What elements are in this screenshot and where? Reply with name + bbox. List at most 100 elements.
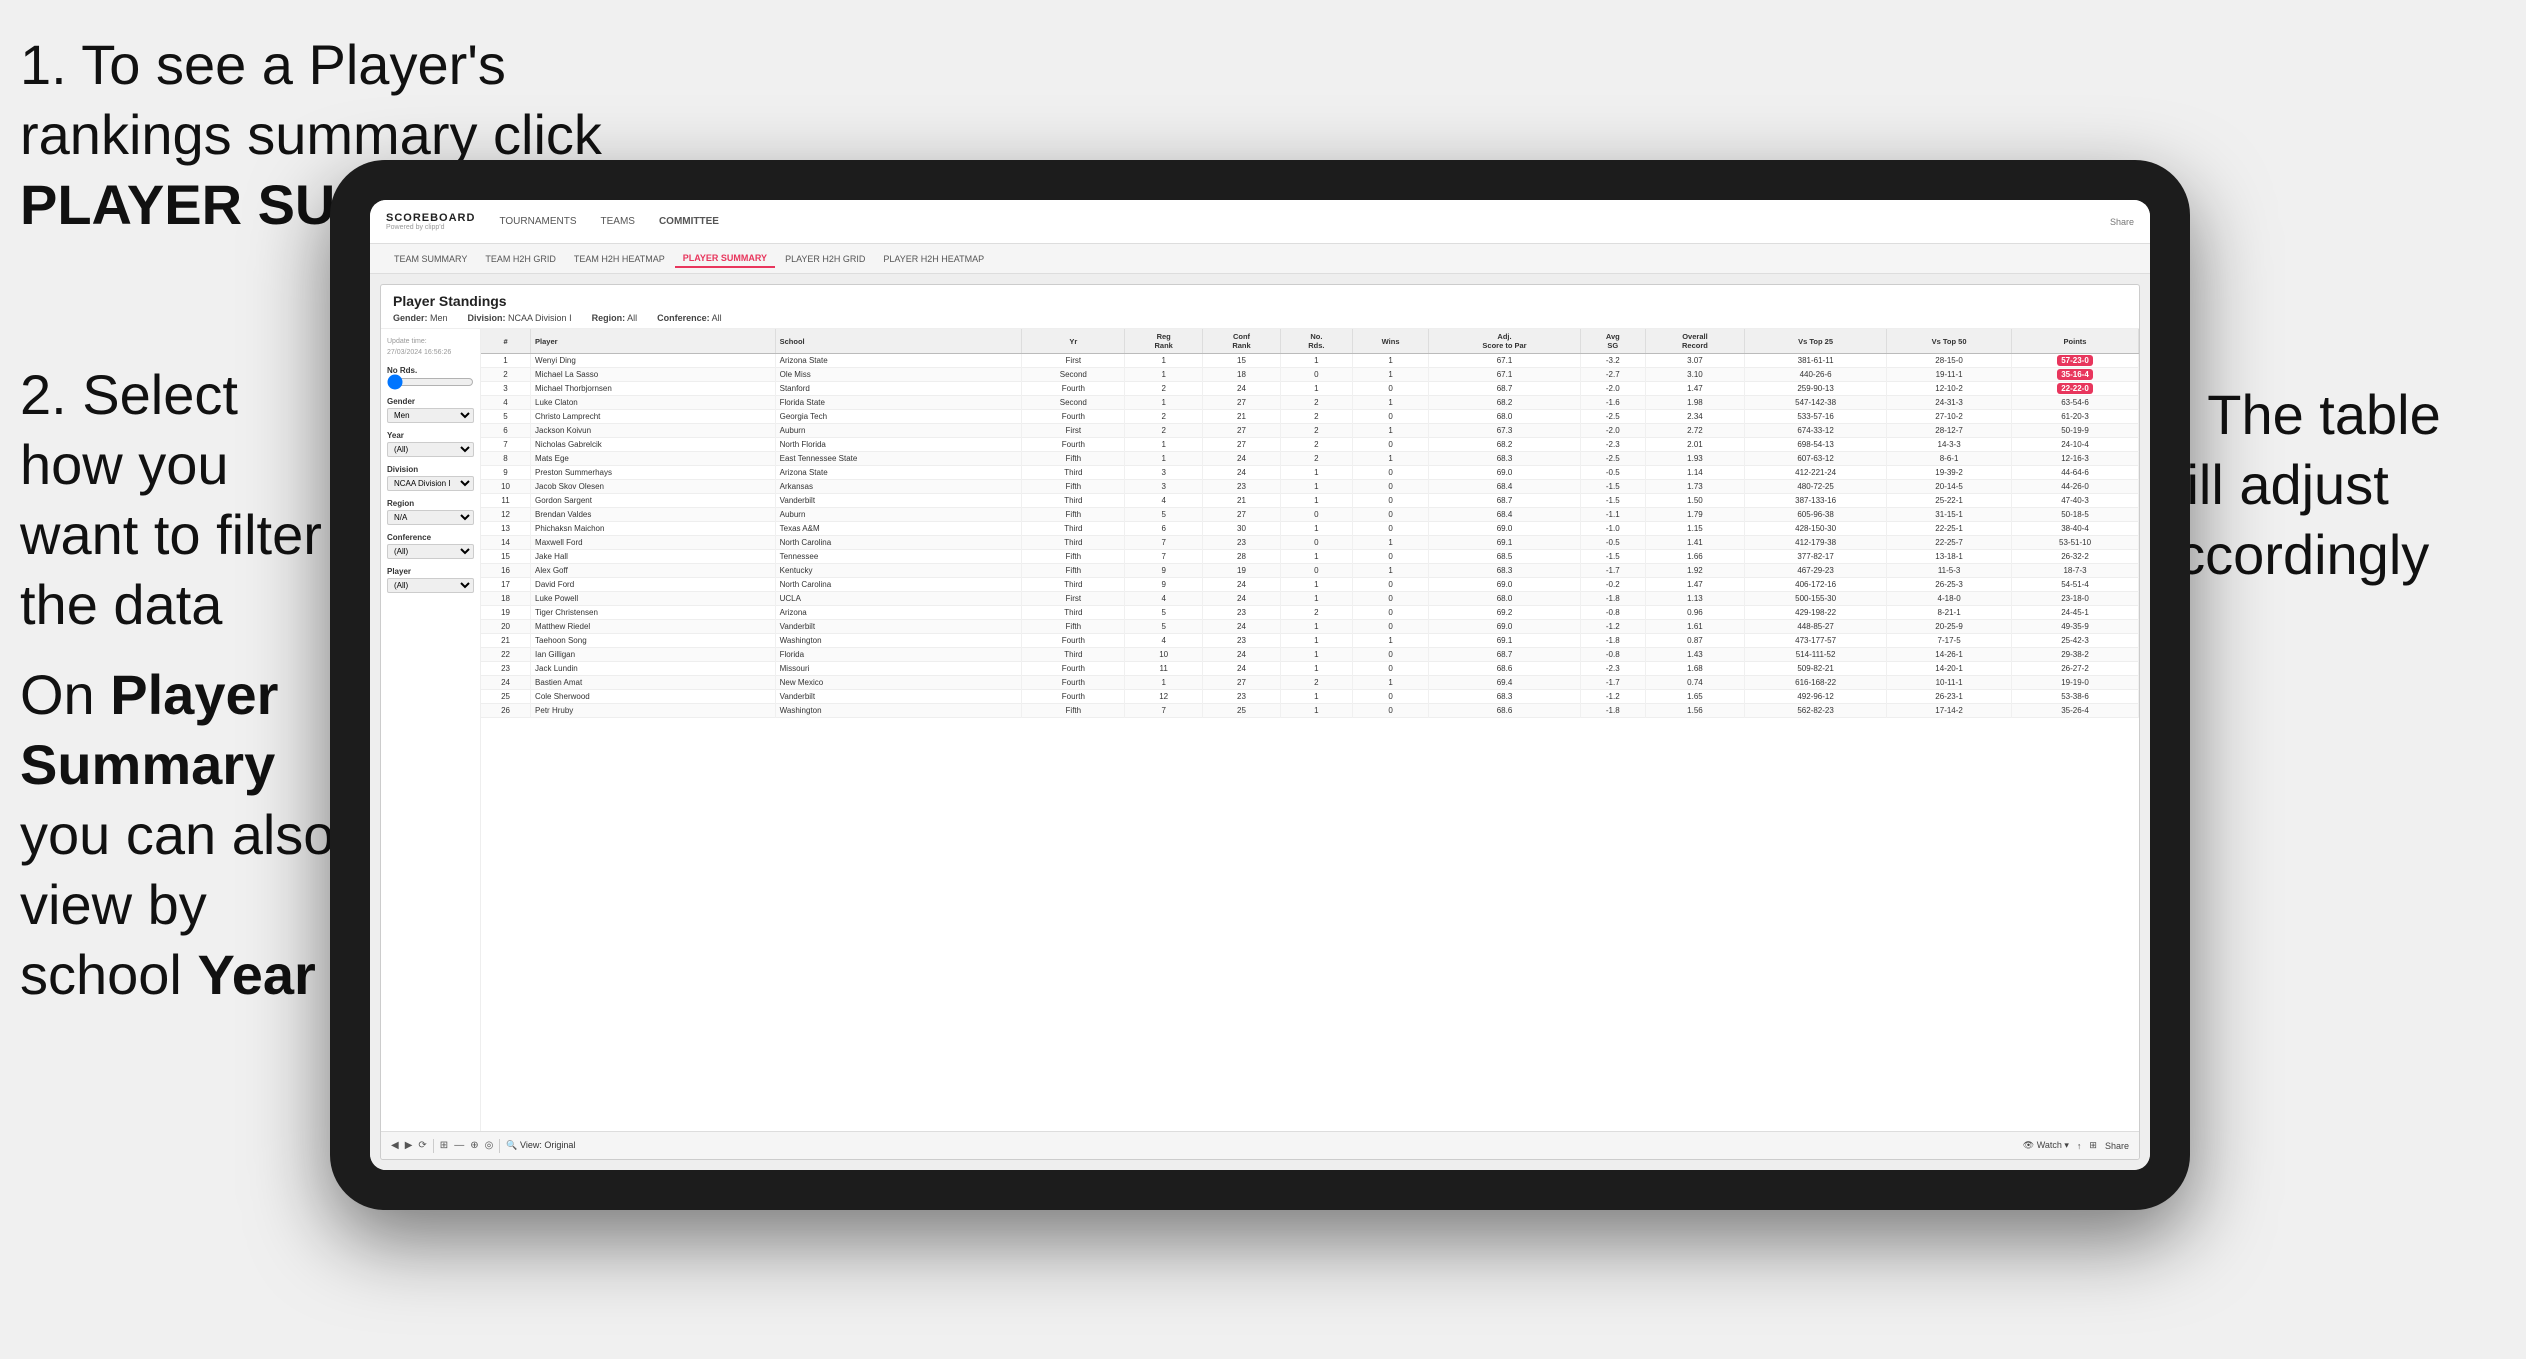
table-cell: Fourth bbox=[1022, 634, 1125, 648]
no-rds-slider[interactable] bbox=[387, 377, 474, 387]
table-cell: 480-72-25 bbox=[1745, 480, 1887, 494]
table-cell: 18 bbox=[1203, 368, 1281, 382]
table-cell: Second bbox=[1022, 396, 1125, 410]
sub-nav-team-h2h-heatmap[interactable]: TEAM H2H HEATMAP bbox=[566, 251, 673, 267]
table-cell: 9 bbox=[481, 466, 531, 480]
gender-label-sidebar: Gender bbox=[387, 397, 474, 406]
toolbar-copy[interactable]: ⊞ bbox=[440, 1140, 448, 1151]
toolbar-forward[interactable]: ▶ bbox=[405, 1140, 413, 1151]
sub-nav-team-h2h-grid[interactable]: TEAM H2H GRID bbox=[477, 251, 564, 267]
table-row: 5Christo LamprechtGeorgia TechFourth2212… bbox=[481, 410, 2139, 424]
watch-btn[interactable]: 👁 Watch ▾ bbox=[2023, 1140, 2069, 1151]
table-cell: 24 bbox=[1203, 592, 1281, 606]
table-row: 7Nicholas GabrelcikNorth FloridaFourth12… bbox=[481, 438, 2139, 452]
sign-out[interactable]: Share bbox=[2110, 217, 2134, 227]
table-cell: Fourth bbox=[1022, 438, 1125, 452]
filter-year: Year (All) bbox=[387, 431, 474, 457]
table-cell: Washington bbox=[775, 704, 1022, 718]
table-cell: 698-54-13 bbox=[1745, 438, 1887, 452]
sub-nav-player-h2h-grid[interactable]: PLAYER H2H GRID bbox=[777, 251, 873, 267]
table-cell: 68.3 bbox=[1429, 690, 1580, 704]
table-cell: 2 bbox=[1125, 410, 1203, 424]
sub-nav-team-summary[interactable]: TEAM SUMMARY bbox=[386, 251, 475, 267]
table-cell: 15 bbox=[481, 550, 531, 564]
table-cell: 14-26-1 bbox=[1887, 648, 2012, 662]
logo: SCOREBOARD Powered by clipp'd bbox=[386, 212, 475, 231]
panel-header: Player Standings Gender: Men Division: N… bbox=[381, 285, 2139, 329]
table-cell: North Carolina bbox=[775, 578, 1022, 592]
nav-teams[interactable]: TEAMS bbox=[601, 216, 635, 227]
table-cell: 28 bbox=[1203, 550, 1281, 564]
toolbar-plus[interactable]: ⊕ bbox=[470, 1140, 478, 1151]
table-cell: 10-11-1 bbox=[1887, 676, 2012, 690]
table-cell: 53-38-6 bbox=[2012, 690, 2139, 704]
table-cell: 14-3-3 bbox=[1887, 438, 2012, 452]
table-cell: 22 bbox=[481, 648, 531, 662]
table-cell: 448-85-27 bbox=[1745, 620, 1887, 634]
nav-tournaments[interactable]: TOURNAMENTS bbox=[499, 216, 576, 227]
table-cell: 69.2 bbox=[1429, 606, 1580, 620]
table-cell: 26-27-2 bbox=[2012, 662, 2139, 676]
table-cell: 428-150-30 bbox=[1745, 522, 1887, 536]
table-row: 23Jack LundinMissouriFourth11241068.6-2.… bbox=[481, 662, 2139, 676]
sub-nav-player-h2h-heatmap[interactable]: PLAYER H2H HEATMAP bbox=[875, 251, 992, 267]
col-player: Player bbox=[531, 329, 776, 354]
table-cell: 1 bbox=[1125, 368, 1203, 382]
player-select[interactable]: (All) bbox=[387, 578, 474, 593]
table-cell: 1.41 bbox=[1645, 536, 1744, 550]
table-cell: 21 bbox=[481, 634, 531, 648]
table-cell: 0 bbox=[1280, 536, 1352, 550]
filter-region: Region N/A bbox=[387, 499, 474, 525]
table-cell: 406-172-16 bbox=[1745, 578, 1887, 592]
table-cell: 10 bbox=[1125, 648, 1203, 662]
table-cell: 68.0 bbox=[1429, 592, 1580, 606]
table-cell: Fifth bbox=[1022, 564, 1125, 578]
table-cell: 1.43 bbox=[1645, 648, 1744, 662]
table-cell: 387-133-16 bbox=[1745, 494, 1887, 508]
table-cell: 67.1 bbox=[1429, 368, 1580, 382]
table-cell: Florida State bbox=[775, 396, 1022, 410]
table-cell: 440-26-6 bbox=[1745, 368, 1887, 382]
table-cell: 24 bbox=[1203, 452, 1281, 466]
table-cell: 25-42-3 bbox=[2012, 634, 2139, 648]
table-cell: 0 bbox=[1352, 592, 1428, 606]
nav-committee[interactable]: COMMITTEE bbox=[659, 216, 719, 227]
table-cell: 2 bbox=[1280, 396, 1352, 410]
gender-select[interactable]: Men bbox=[387, 408, 474, 423]
table-cell: 12 bbox=[481, 508, 531, 522]
export-btn[interactable]: ↑ bbox=[2077, 1141, 2082, 1151]
table-cell: 30 bbox=[1203, 522, 1281, 536]
table-row: 8Mats EgeEast Tennessee StateFifth124216… bbox=[481, 452, 2139, 466]
table-cell: -1.2 bbox=[1580, 690, 1645, 704]
table-cell: 13-18-1 bbox=[1887, 550, 2012, 564]
table-cell: 2 bbox=[1280, 676, 1352, 690]
grid-btn[interactable]: ⊞ bbox=[2089, 1140, 2097, 1151]
view-label[interactable]: 🔍 View: Original bbox=[506, 1140, 575, 1151]
table-cell: 1.79 bbox=[1645, 508, 1744, 522]
table-cell: -1.2 bbox=[1580, 620, 1645, 634]
table-cell: 69.1 bbox=[1429, 634, 1580, 648]
toolbar-more[interactable]: — bbox=[454, 1140, 464, 1151]
sub-nav-player-summary[interactable]: PLAYER SUMMARY bbox=[675, 250, 775, 268]
table-cell: -0.5 bbox=[1580, 466, 1645, 480]
toolbar-refresh[interactable]: ⟳ bbox=[418, 1140, 426, 1151]
sidebar-filters: Update time:27/03/2024 16:56:26 No Rds. … bbox=[381, 329, 481, 1131]
toolbar-circle[interactable]: ◎ bbox=[485, 1140, 494, 1151]
table-cell: Texas A&M bbox=[775, 522, 1022, 536]
region-select[interactable]: N/A bbox=[387, 510, 474, 525]
toolbar-back[interactable]: ◀ bbox=[391, 1140, 399, 1151]
table-cell: 23 bbox=[1203, 606, 1281, 620]
division-select[interactable]: NCAA Division I bbox=[387, 476, 474, 491]
table-cell: 27-10-2 bbox=[1887, 410, 2012, 424]
table-cell: Jacob Skov Olesen bbox=[531, 480, 776, 494]
table-cell: 23 bbox=[481, 662, 531, 676]
table-cell: Second bbox=[1022, 368, 1125, 382]
panel-body: Update time:27/03/2024 16:56:26 No Rds. … bbox=[381, 329, 2139, 1131]
year-select[interactable]: (All) bbox=[387, 442, 474, 457]
table-cell: 4 bbox=[1125, 634, 1203, 648]
share-btn[interactable]: Share bbox=[2105, 1141, 2129, 1151]
col-points: Points bbox=[2012, 329, 2139, 354]
table-cell: 68.6 bbox=[1429, 704, 1580, 718]
table-cell: Arizona State bbox=[775, 466, 1022, 480]
conference-select[interactable]: (All) bbox=[387, 544, 474, 559]
